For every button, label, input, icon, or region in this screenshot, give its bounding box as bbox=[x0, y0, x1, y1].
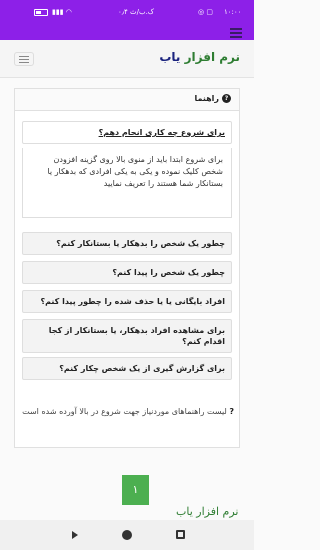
network-rate: ۰٫۴ ک.ب/ث bbox=[118, 8, 155, 16]
page-button-1[interactable]: ۱ bbox=[122, 475, 149, 505]
notification-icons: ◎ ▢ bbox=[198, 8, 213, 16]
help-card: ?راهنما برای شروع چه کاری انجام دهم؟ برا… bbox=[14, 88, 240, 448]
status-bar: ▮▮▮ ◠ ۰٫۴ ک.ب/ث ◎ ▢ ۱۰:۰۰ bbox=[0, 0, 254, 26]
faq-item-find-person[interactable]: چطور یک شخص را پیدا کنم؟ bbox=[22, 261, 232, 284]
faq-question: برای مشاهده افراد بدهکار، یا بستانکار از… bbox=[48, 326, 225, 346]
system-nav-bar bbox=[0, 520, 254, 550]
faq-answer: برای شروع ابتدا باید از منوی بالا روی گز… bbox=[22, 148, 232, 218]
battery-icon bbox=[34, 9, 48, 16]
faq-question: افراد بایگانی یا یا حذف شده را چطور پیدا… bbox=[40, 297, 225, 306]
faq-question: برای شروع چه کاری انجام دهم؟ bbox=[98, 128, 225, 137]
app-bar: نرم افزار یاب bbox=[0, 40, 254, 78]
app-title: نرم افزار یاب bbox=[159, 50, 240, 64]
question-circle-icon: ? bbox=[222, 94, 231, 103]
clock: ۱۰:۰۰ bbox=[224, 8, 242, 16]
signal-icon: ▮▮▮ ◠ bbox=[52, 8, 72, 16]
faq-question: برای گزارش گیری از یک شخص چکار کنم؟ bbox=[59, 364, 225, 373]
faq-item-debtor-creditor[interactable]: چطور یک شخص را بدهکار یا بستانکار کنم؟ bbox=[22, 232, 232, 255]
app-title-blue: یاب bbox=[159, 50, 181, 64]
faq-question: چطور یک شخص را بدهکار یا بستانکار کنم؟ bbox=[56, 239, 225, 248]
help-tip: ? لیست راهنماهای موردنیاز جهت شروع در با… bbox=[22, 405, 234, 418]
overflow-menu-icon[interactable] bbox=[230, 28, 242, 38]
hamburger-menu-button[interactable] bbox=[14, 52, 34, 66]
tip-question-mark: ? bbox=[229, 407, 234, 416]
tip-text: لیست راهنماهای موردنیاز جهت شروع در بالا… bbox=[22, 407, 227, 416]
faq-item-start[interactable]: برای شروع چه کاری انجام دهم؟ bbox=[22, 121, 232, 144]
watermark: نرم افزار یاب bbox=[176, 505, 239, 518]
help-card-header: ?راهنما bbox=[15, 89, 239, 111]
help-title-text: راهنما bbox=[194, 94, 219, 103]
faq-question: چطور یک شخص را پیدا کنم؟ bbox=[112, 268, 225, 277]
home-icon[interactable] bbox=[122, 530, 132, 540]
help-title: ?راهنما bbox=[194, 94, 231, 103]
faq-item-view-debtors[interactable]: برای مشاهده افراد بدهکار، یا بستانکار از… bbox=[22, 319, 232, 353]
faq-item-archived[interactable]: افراد بایگانی یا یا حذف شده را چطور پیدا… bbox=[22, 290, 232, 313]
faq-item-report[interactable]: برای گزارش گیری از یک شخص چکار کنم؟ bbox=[22, 357, 232, 380]
top-band bbox=[0, 26, 254, 40]
app-title-green: نرم افزار bbox=[184, 50, 240, 64]
recent-apps-icon[interactable] bbox=[176, 530, 185, 539]
back-icon[interactable] bbox=[72, 531, 78, 539]
